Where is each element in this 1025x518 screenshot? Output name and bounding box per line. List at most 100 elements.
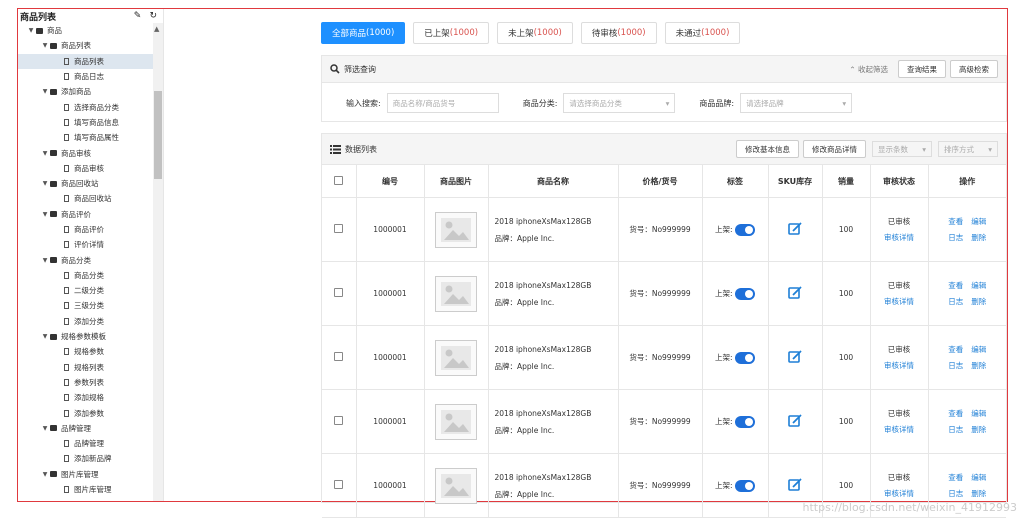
log-link[interactable]: 日志 [948, 425, 963, 434]
tree-item[interactable]: 添加分类 [18, 314, 163, 329]
caret-down-icon[interactable]: ▼ [40, 257, 50, 264]
tree-item[interactable]: 添加规格 [18, 390, 163, 405]
row-checkbox[interactable] [334, 224, 344, 233]
delete-link[interactable]: 删除 [971, 233, 986, 242]
delete-link[interactable]: 删除 [971, 297, 986, 306]
caret-down-icon[interactable]: ▼ [40, 180, 50, 187]
tree-item[interactable]: 商品审核 [18, 161, 163, 176]
audit-detail-link[interactable]: 审核详情 [872, 422, 927, 438]
row-checkbox[interactable] [334, 352, 344, 361]
tree-item[interactable]: 品牌管理 [18, 436, 163, 451]
tree-folder[interactable]: ▼ 图片库管理 [18, 467, 163, 482]
edit-sku-icon[interactable] [788, 413, 802, 428]
tree-item[interactable]: 参数列表 [18, 375, 163, 390]
edit-detail-button[interactable]: 修改商品详情 [803, 140, 866, 158]
caret-down-icon[interactable]: ▼ [40, 42, 50, 49]
display-count-select[interactable]: 显示条数 ▾ [872, 141, 932, 157]
tree-folder[interactable]: ▼ 品牌管理 [18, 421, 163, 436]
delete-link[interactable]: 删除 [971, 425, 986, 434]
tree-folder[interactable]: ▼ 商品 [18, 23, 163, 38]
tree-item[interactable]: 添加参数 [18, 405, 163, 420]
edit-icon[interactable]: ✎ [134, 11, 142, 21]
tree-folder[interactable]: ▼ 商品分类 [18, 252, 163, 267]
caret-down-icon[interactable]: ▼ [40, 471, 50, 478]
tab-4[interactable]: 未通过 (1000) [664, 22, 741, 44]
log-link[interactable]: 日志 [948, 489, 963, 498]
sidebar-scrollbar[interactable]: ▲ [153, 23, 163, 501]
tree-folder[interactable]: ▼ 商品列表 [18, 38, 163, 53]
publish-toggle[interactable] [734, 287, 755, 300]
edit-sku-icon[interactable] [788, 349, 802, 364]
caret-down-icon[interactable]: ▼ [40, 150, 50, 157]
tab-3[interactable]: 待审核 (1000) [580, 22, 657, 44]
caret-down-icon[interactable]: ▼ [40, 211, 50, 218]
delete-link[interactable]: 删除 [971, 489, 986, 498]
tree-item[interactable]: 选择商品分类 [18, 99, 163, 114]
collapse-filter-link[interactable]: ⌃ 收起筛选 [849, 64, 888, 75]
tree-item[interactable]: 规格参数 [18, 344, 163, 359]
view-link[interactable]: 查看 [948, 473, 963, 482]
tree-folder[interactable]: ▼ 商品审核 [18, 145, 163, 160]
audit-detail-link[interactable]: 审核详情 [872, 358, 927, 374]
tab-2[interactable]: 未上架 (1000) [497, 22, 573, 44]
publish-toggle[interactable] [734, 415, 755, 428]
tree-item[interactable]: 填写商品属性 [18, 130, 163, 145]
view-link[interactable]: 查看 [948, 345, 963, 354]
tree-item[interactable]: 商品列表 [18, 53, 163, 69]
tree-item[interactable]: 规格列表 [18, 360, 163, 375]
delete-link[interactable]: 删除 [971, 361, 986, 370]
publish-toggle[interactable] [734, 223, 755, 236]
tree-folder[interactable]: ▼ 添加商品 [18, 84, 163, 99]
tree-item[interactable]: 商品日志 [18, 69, 163, 84]
edit-link[interactable]: 编辑 [971, 409, 986, 418]
tree-item[interactable]: 添加新品牌 [18, 451, 163, 466]
tree-folder[interactable]: ▼ 商品评价 [18, 207, 163, 222]
scrollbar-thumb[interactable] [154, 91, 162, 179]
edit-sku-icon[interactable] [788, 285, 802, 300]
view-link[interactable]: 查看 [948, 409, 963, 418]
edit-link[interactable]: 编辑 [971, 217, 986, 226]
tree-item[interactable]: 二级分类 [18, 283, 163, 298]
category-select[interactable]: 请选择商品分类 ▾ [563, 93, 676, 113]
search-input[interactable]: 商品名称/商品货号 [386, 93, 499, 113]
caret-down-icon[interactable]: ▼ [40, 425, 50, 432]
audit-detail-link[interactable]: 审核详情 [872, 294, 927, 310]
view-link[interactable]: 查看 [948, 281, 963, 290]
edit-sku-icon[interactable] [788, 221, 802, 236]
tree-item[interactable]: 填写商品信息 [18, 115, 163, 130]
edit-link[interactable]: 编辑 [971, 345, 986, 354]
log-link[interactable]: 日志 [948, 297, 963, 306]
tab-0[interactable]: 全部商品 (1000) [321, 22, 406, 44]
select-all-checkbox[interactable] [334, 175, 344, 185]
tree-folder[interactable]: ▼ 商品回收站 [18, 176, 163, 191]
publish-toggle[interactable] [734, 479, 755, 492]
caret-down-icon[interactable]: ▼ [40, 333, 50, 340]
tree-item[interactable]: 评价详情 [18, 237, 163, 252]
tree-folder[interactable]: ▼ 规格参数模板 [18, 329, 163, 344]
edit-link[interactable]: 编辑 [971, 281, 986, 290]
row-checkbox[interactable] [334, 480, 344, 489]
tree-item[interactable]: 图片库管理 [18, 482, 163, 497]
audit-detail-link[interactable]: 审核详情 [872, 486, 927, 502]
scroll-up-icon[interactable]: ▲ [154, 25, 159, 33]
edit-sku-icon[interactable] [788, 477, 802, 492]
tree-item[interactable]: 商品分类 [18, 268, 163, 283]
sort-select[interactable]: 排序方式 ▾ [938, 141, 998, 157]
row-checkbox[interactable] [334, 288, 344, 297]
log-link[interactable]: 日志 [948, 361, 963, 370]
tree-item[interactable]: 三级分类 [18, 298, 163, 313]
row-checkbox[interactable] [334, 416, 344, 425]
tree-item[interactable]: 商品回收站 [18, 191, 163, 206]
query-button[interactable]: 查询结果 [898, 60, 946, 78]
view-link[interactable]: 查看 [948, 217, 963, 226]
refresh-icon[interactable]: ↻ [149, 11, 157, 21]
caret-down-icon[interactable]: ▼ [26, 27, 36, 34]
edit-link[interactable]: 编辑 [971, 473, 986, 482]
audit-detail-link[interactable]: 审核详情 [872, 230, 927, 246]
brand-select[interactable]: 请选择品牌 ▾ [740, 93, 853, 113]
advanced-search-button[interactable]: 高级检索 [950, 60, 998, 78]
caret-down-icon[interactable]: ▼ [40, 88, 50, 95]
publish-toggle[interactable] [734, 351, 755, 364]
tab-1[interactable]: 已上架 (1000) [413, 22, 490, 44]
tree-item[interactable]: 商品评价 [18, 222, 163, 237]
